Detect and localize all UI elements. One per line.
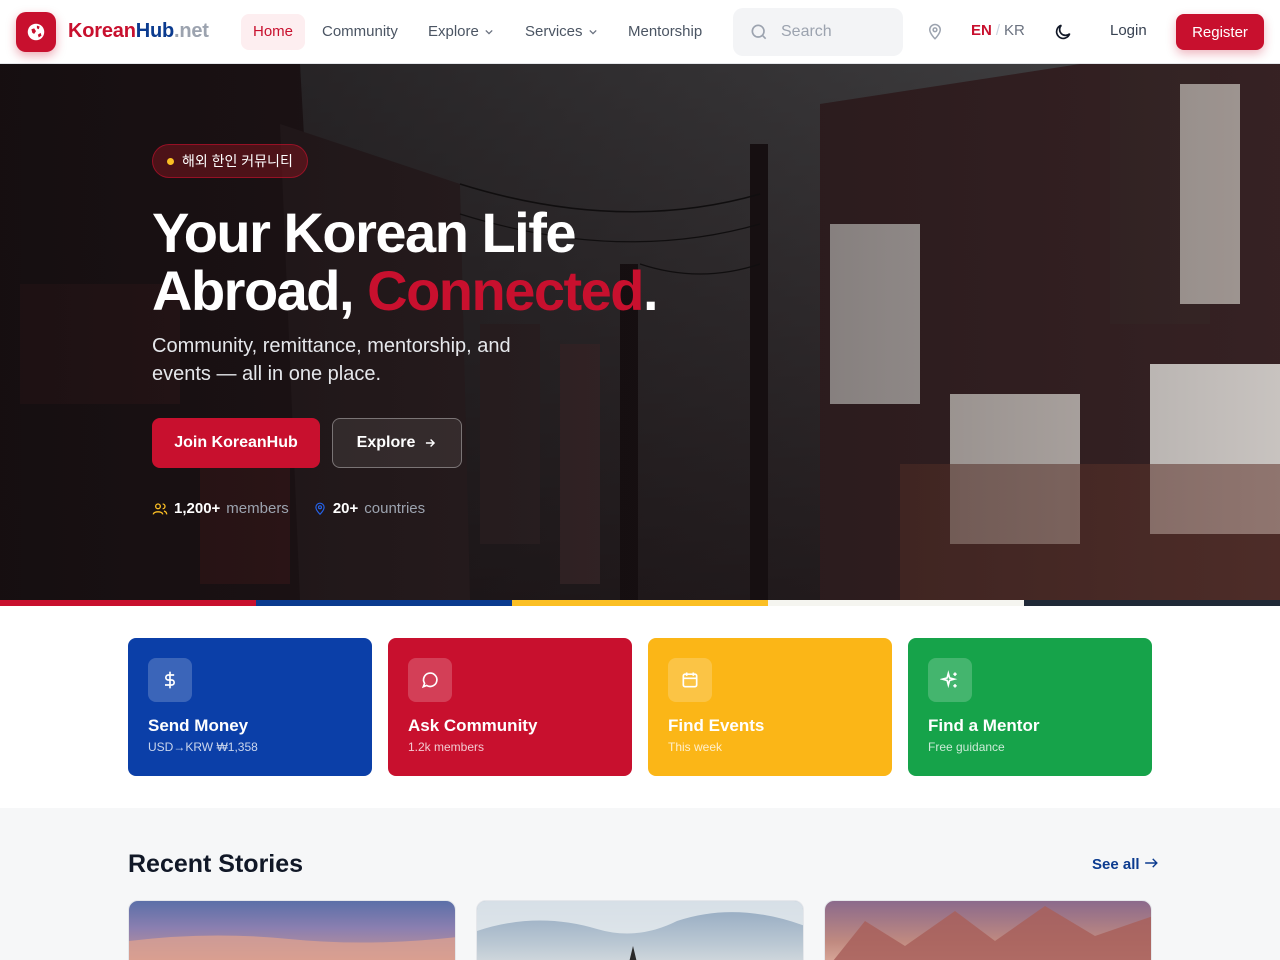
nav-community-label: Community [322,23,398,40]
search-icon [751,24,767,40]
globe-icon [27,23,45,41]
card-icon-box [928,658,972,702]
lang-en[interactable]: EN [971,22,992,39]
card-subtitle: This week [668,740,723,754]
login-link[interactable]: Login [1110,22,1147,39]
color-stripe-red [0,600,256,606]
nav-services-label: Services [525,23,583,40]
color-stripe-blue [256,600,512,606]
hero-title-line2: Abroad, Connected. [152,259,659,322]
card-subtitle: Free guidance [928,740,1005,754]
nav-mentorship[interactable]: Mentorship [628,14,702,50]
card-subtitle: USD→KRW ₩1,358 [148,740,258,754]
nav-explore-label: Explore [428,23,479,40]
stat-countries: 20+ countries [313,500,425,517]
lang-kr[interactable]: KR [1004,22,1025,39]
story-card[interactable] [476,900,804,960]
hero-stats: 1,200+ members 20+ countries [152,500,449,517]
brand-part-korean: Korean [68,20,136,42]
card-ask-community[interactable]: Ask Community 1.2k members [388,638,632,776]
hero-title-abroad: Abroad, [152,259,368,322]
stat-members-label: members [226,500,289,517]
hero-title-period: . [642,259,659,322]
map-pin-icon[interactable] [926,23,944,41]
join-button[interactable]: Join KoreanHub [152,418,320,468]
chevron-down-icon [588,29,597,35]
stat-countries-value: 20+ [332,500,359,517]
hero-subtitle: Community, remittance, mentorship, and e… [152,335,511,385]
card-title: Send Money [148,716,249,735]
color-stripe-yellow [512,600,768,606]
story-image [477,901,803,960]
calendar-icon [682,672,698,688]
story-card[interactable] [824,900,1152,960]
card-send-money[interactable]: Send Money USD→KRW ₩1,358 [128,638,372,776]
register-button[interactable]: Register [1176,14,1264,50]
nav-home-label: Home [253,23,294,40]
story-image [129,935,455,960]
search-box[interactable] [733,8,903,56]
badge-dot [167,157,174,165]
nav-mentorship-label: Mentorship [628,23,703,40]
card-icon-box [408,658,452,702]
explore-button[interactable]: Explore [332,418,462,468]
card-title: Find Events [668,716,765,735]
card-title: Ask Community [408,716,538,735]
brand-part-hub: Hub [135,20,174,42]
card-find-mentor[interactable]: Find a Mentor Free guidance [908,638,1152,776]
users-icon [152,502,168,515]
card-subtitle: 1.2k members [408,740,485,754]
top-navbar: KoreanHub.net Home Community Explore Ser… [0,0,1280,64]
nav-community[interactable]: Community [322,14,398,50]
lang-separator: / [995,22,1001,39]
color-stripe-dark [1024,600,1280,606]
hero-badge: 해외 한인 커뮤니티 [152,144,308,178]
stat-countries-label: countries [364,500,426,517]
color-stripe-white [768,600,1024,606]
brand-part-net: .net [174,20,209,42]
moon-icon[interactable] [1053,22,1073,42]
language-switcher[interactable]: EN / KR [971,22,1025,39]
see-all-link[interactable]: See all [1092,856,1158,873]
arrow-right-icon [1144,858,1158,868]
card-icon-box [668,658,712,702]
hero-title: Your Korean Life Abroad, Connected. [152,201,659,322]
stories-title: Recent Stories [128,850,304,878]
card-title: Find a Mentor [928,716,1040,735]
brand-name[interactable]: KoreanHub.net [68,20,209,43]
story-image [833,906,1151,960]
chevron-down-icon [485,29,493,35]
card-find-events[interactable]: Find Events This week [648,638,892,776]
logo[interactable] [16,12,56,52]
sparkle-icon [940,670,958,689]
hero-section: 해외 한인 커뮤니티 Your Korean Life Abroad, Conn… [0,64,1280,600]
map-pin-icon [315,502,325,515]
nav-home[interactable]: Home [241,14,306,50]
hero-title-line1: Your Korean Life [152,201,577,264]
card-icon-box [148,658,192,702]
stat-members: 1,200+ members [152,500,289,517]
nav-services[interactable]: Services [525,14,597,50]
arrow-right-icon [426,439,436,447]
search-input[interactable] [781,23,881,41]
hero-title-connected: Connected [367,259,644,322]
story-card[interactable] [128,900,456,960]
stat-members-value: 1,200+ [174,500,221,517]
dollar-icon [165,671,175,689]
nav-explore[interactable]: Explore [428,14,493,50]
explore-button-label: Explore [356,434,416,451]
chat-icon [421,672,438,689]
see-all-label: See all [1092,856,1140,873]
hero-badge-label: 해외 한인 커뮤니티 [182,153,293,169]
